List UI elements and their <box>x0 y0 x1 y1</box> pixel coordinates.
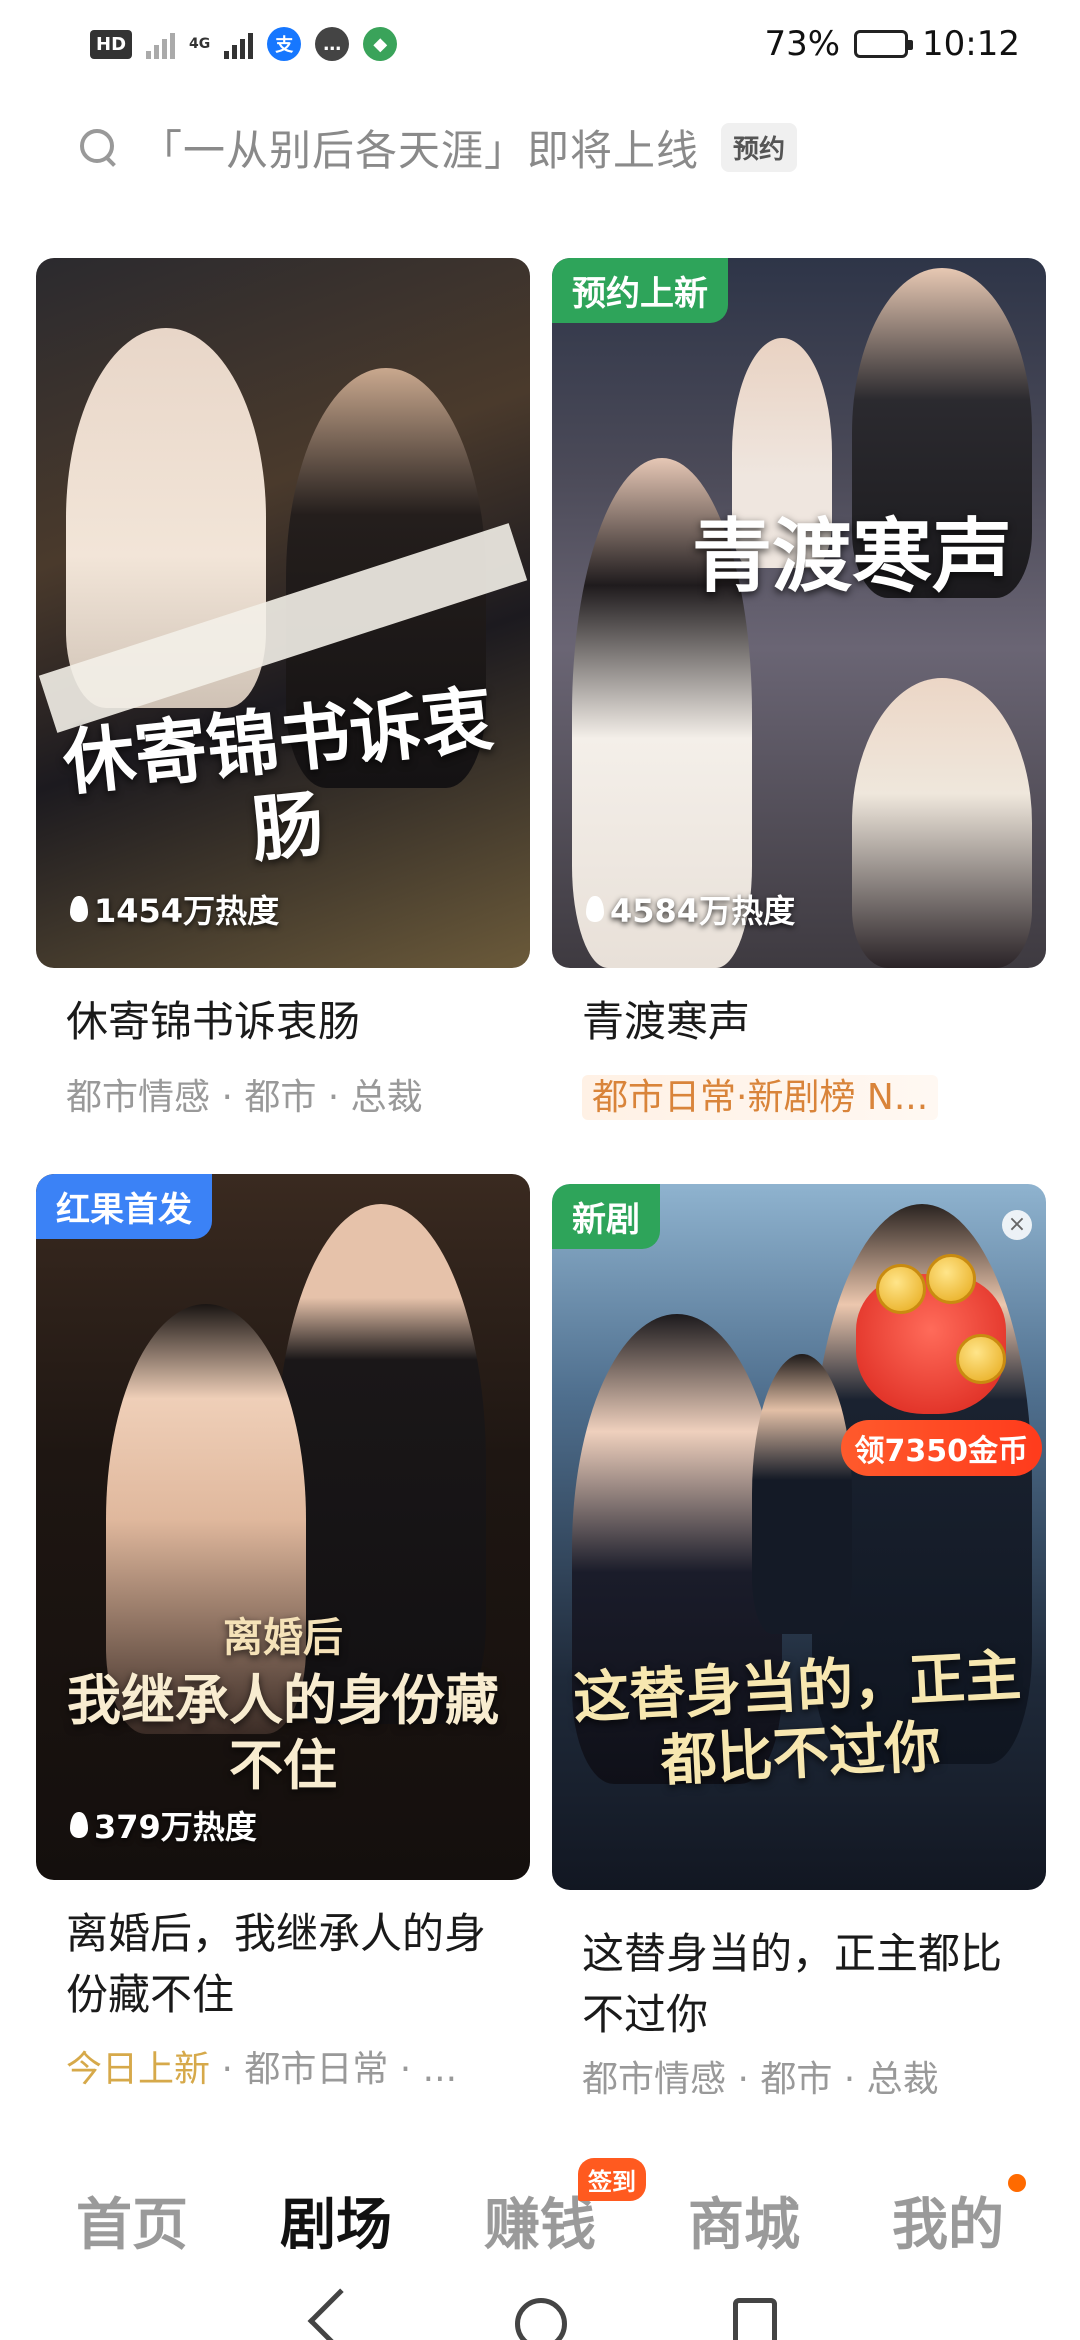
status-badge: 新剧 <box>552 1184 660 1249</box>
drama-cover[interactable]: 离婚后 我继承人的身份藏不住 红果首发 379万热度 <box>36 1174 530 1880</box>
tab-earn-label: 赚钱 <box>484 2192 596 2258</box>
tab-theater[interactable]: 剧场 <box>280 2180 392 2261</box>
notification-dot <box>1008 2173 1026 2192</box>
heat-count: 1454万热度 <box>70 886 279 932</box>
heat-text: 379万热度 <box>94 1808 257 1846</box>
sign-in-badge: 签到 <box>578 2157 646 2201</box>
status-right: 73% 10:12 <box>764 24 1020 64</box>
recent-apps-icon[interactable] <box>733 2298 777 2340</box>
drama-tags: 都市日常·新剧榜 N... <box>582 1068 1042 1120</box>
flame-icon <box>70 896 88 922</box>
cover-title: 我继承人的身份藏不住 <box>67 1668 499 1797</box>
leaf-icon: ◆ <box>363 27 398 61</box>
status-bar: HD 4G 支 … ◆ 73% 10:12 <box>0 0 1080 88</box>
cover-subtitle: 离婚后 <box>223 1614 343 1661</box>
clock: 10:12 <box>922 24 1020 64</box>
drama-tags: 都市情感 · 都市 · 总裁 <box>66 1077 423 1118</box>
new-today-tag: 今日上新 <box>66 2049 211 2090</box>
drama-cover[interactable]: 这替身当的，正主都比不过你 新剧 × 领7350金币 <box>552 1184 1046 1890</box>
reserve-button[interactable]: 预约 <box>721 122 798 172</box>
status-badge: 红果首发 <box>36 1174 212 1239</box>
tab-mine-label: 我的 <box>892 2192 1004 2258</box>
drama-tags: 今日上新 · 都市日常 · ... <box>66 2040 526 2092</box>
flame-icon <box>70 1812 88 1838</box>
drama-cover[interactable]: 休寄锦书诉衷肠 1454万热度 <box>36 258 530 968</box>
tab-mall[interactable]: 商城 <box>688 2180 800 2261</box>
drama-tags-text: 都市日常·新剧榜 N... <box>582 1075 939 1120</box>
battery-percent: 73% <box>764 24 841 64</box>
battery-icon <box>854 30 914 58</box>
tab-home[interactable]: 首页 <box>76 2180 188 2261</box>
drama-title[interactable]: 离婚后，我继承人的身份藏不住 <box>66 1904 526 2026</box>
cover-figure-image <box>852 678 1032 968</box>
app-screen: HD 4G 支 … ◆ 73% 10:12 「一从别后各天涯」即将上线 预约 休… <box>0 0 1080 2340</box>
drama-cover[interactable]: 青渡寒声 预约上新 4584万热度 <box>552 258 1046 968</box>
heat-text: 1454万热度 <box>94 892 280 930</box>
flame-icon <box>586 896 604 922</box>
heat-count: 4584万热度 <box>586 886 795 932</box>
alipay-icon: 支 <box>267 27 302 61</box>
cover-figure-image <box>752 1354 852 1634</box>
system-nav-bar <box>0 2288 1080 2340</box>
chat-icon: … <box>315 27 350 61</box>
heat-count: 379万热度 <box>70 1802 257 1848</box>
red-envelope-icon[interactable] <box>856 1254 1006 1414</box>
cover-title: 青渡寒声 <box>692 509 1012 603</box>
drama-tags: 都市情感 · 都市 · 总裁 <box>582 2059 939 2100</box>
search-bar[interactable]: 「一从别后各天涯」即将上线 预约 <box>78 112 978 182</box>
drama-title[interactable]: 这替身当的，正主都比不过你 <box>582 1924 1042 2046</box>
search-placeholder[interactable]: 「一从别后各天涯」即将上线 <box>140 117 699 178</box>
status-badge: 预约上新 <box>552 258 728 323</box>
close-icon[interactable]: × <box>1002 1210 1032 1240</box>
coin-reward-button[interactable]: 领7350金币 <box>840 1420 1042 1476</box>
signal-icon <box>224 29 254 59</box>
home-icon[interactable] <box>515 2298 567 2340</box>
back-icon[interactable] <box>307 2288 373 2340</box>
hd-icon: HD <box>90 29 133 59</box>
drama-title[interactable]: 休寄锦书诉衷肠 <box>66 992 526 1053</box>
network-type: 4G <box>189 36 211 52</box>
cover-title: 这替身当的，正主都比不过你 <box>571 1642 1023 1795</box>
bottom-tab-bar: 首页 剧场 赚钱 签到 商城 我的 <box>0 2157 1080 2280</box>
signal-icon <box>146 29 176 59</box>
search-icon[interactable] <box>78 127 118 167</box>
tab-earn[interactable]: 赚钱 签到 <box>484 2157 646 2261</box>
status-left: HD 4G 支 … ◆ <box>90 27 398 61</box>
drama-tags-text: · 都市日常 · ... <box>210 2049 458 2090</box>
tab-mine[interactable]: 我的 <box>892 2173 1026 2261</box>
drama-title[interactable]: 青渡寒声 <box>582 992 1042 1053</box>
heat-text: 4584万热度 <box>610 892 796 930</box>
